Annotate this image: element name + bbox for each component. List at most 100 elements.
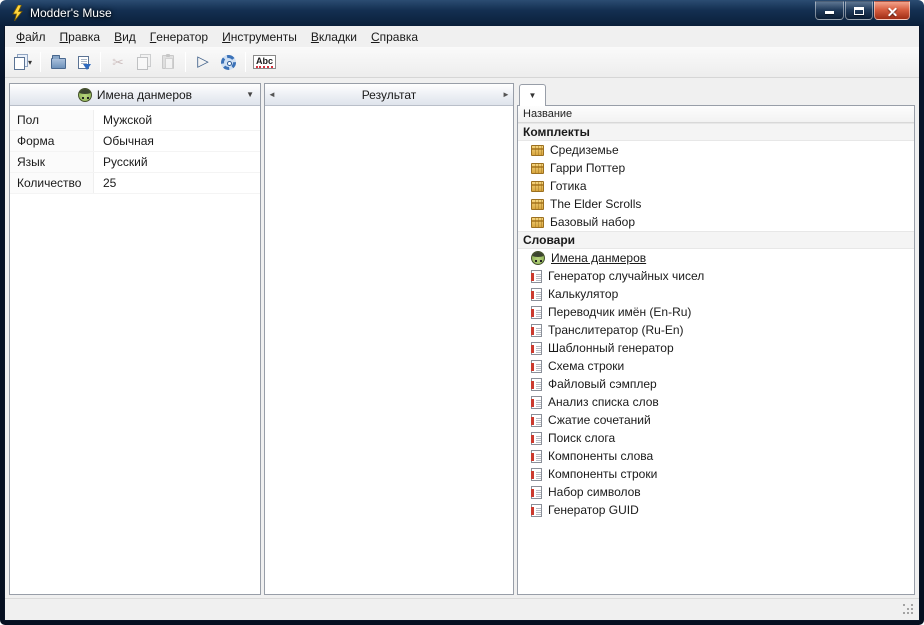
- new-document-icon: [14, 55, 26, 69]
- dictionary-icon: [531, 378, 542, 391]
- spellcheck-button[interactable]: Abc: [251, 50, 278, 74]
- generator-panel-header[interactable]: Имена данмеров ▼: [10, 84, 260, 106]
- result-title: Результат: [362, 88, 417, 102]
- result-panel-header: ◄ Результат ►: [265, 84, 513, 106]
- result-title-group: Результат: [279, 88, 499, 102]
- list-item-label: Шаблонный генератор: [548, 341, 674, 355]
- property-grid: Пол Мужской Форма Обычная Язык Русский К…: [10, 106, 260, 594]
- app-window: Modder's Muse Файл Правка Вид Генератор …: [0, 0, 924, 625]
- lightning-app-icon: [9, 5, 25, 21]
- run-generator-button[interactable]: ▷: [191, 50, 215, 74]
- list-item[interactable]: Переводчик имён (En-Ru): [518, 303, 914, 321]
- generator-title: Имена данмеров: [97, 88, 192, 102]
- list-item[interactable]: Генератор GUID: [518, 501, 914, 519]
- list-item[interactable]: Калькулятор: [518, 285, 914, 303]
- library-tabpage: Название Комплекты Средиземье Гарри Потт…: [517, 105, 915, 595]
- property-value[interactable]: Мужской: [94, 110, 152, 130]
- menu-generator[interactable]: Генератор: [143, 26, 215, 47]
- column-header-name[interactable]: Название: [518, 106, 914, 123]
- settings-button[interactable]: [216, 50, 240, 74]
- list-item[interactable]: Базовый набор: [518, 213, 914, 231]
- property-row[interactable]: Пол Мужской: [10, 110, 260, 131]
- property-label: Форма: [10, 131, 94, 151]
- library-tab[interactable]: ▼: [519, 84, 546, 106]
- maximize-button[interactable]: [845, 1, 873, 20]
- list-item[interactable]: Поиск слога: [518, 429, 914, 447]
- result-body[interactable]: [265, 106, 513, 594]
- list-item-label: Поиск слога: [548, 431, 615, 445]
- tab-dropdown-icon[interactable]: ▼: [529, 91, 537, 100]
- list-item[interactable]: Шаблонный генератор: [518, 339, 914, 357]
- list-item[interactable]: Сжатие сочетаний: [518, 411, 914, 429]
- property-value[interactable]: Обычная: [94, 131, 154, 151]
- property-label: Количество: [10, 173, 94, 193]
- generator-title-group: Имена данмеров: [10, 88, 260, 102]
- section-header-dictionaries[interactable]: Словари: [518, 231, 914, 249]
- list-item[interactable]: Набор символов: [518, 483, 914, 501]
- property-value[interactable]: 25: [94, 173, 116, 193]
- dictionary-icon: [531, 342, 542, 355]
- list-item[interactable]: Компоненты слова: [518, 447, 914, 465]
- caption-buttons: [814, 1, 910, 20]
- list-item-label: Базовый набор: [550, 215, 635, 229]
- property-row[interactable]: Форма Обычная: [10, 131, 260, 152]
- save-icon: [78, 56, 89, 69]
- list-item[interactable]: Средиземье: [518, 141, 914, 159]
- dictionary-icon: [531, 396, 542, 409]
- library-tabstrip: ▼: [517, 83, 915, 105]
- menu-edit[interactable]: Правка: [53, 26, 108, 47]
- prev-result-icon[interactable]: ◄: [265, 84, 279, 105]
- menu-tabs[interactable]: Вкладки: [304, 26, 364, 47]
- avatar-icon: [78, 88, 92, 102]
- copy-button[interactable]: [131, 50, 155, 74]
- list-item-selected[interactable]: Имена данмеров: [518, 249, 914, 267]
- next-result-icon[interactable]: ►: [499, 84, 513, 105]
- property-row[interactable]: Количество 25: [10, 173, 260, 194]
- menu-file[interactable]: Файл: [9, 26, 53, 47]
- menu-help[interactable]: Справка: [364, 26, 425, 47]
- minimize-icon: [825, 11, 834, 14]
- new-document-button[interactable]: ▾: [11, 50, 35, 74]
- list-item[interactable]: Гарри Поттер: [518, 159, 914, 177]
- dictionary-icon: [531, 468, 542, 481]
- new-document-dropdown-icon[interactable]: ▾: [28, 58, 32, 67]
- menu-tools[interactable]: Инструменты: [215, 26, 304, 47]
- minimize-button[interactable]: [815, 1, 844, 20]
- list-item[interactable]: Готика: [518, 177, 914, 195]
- generator-panel: Имена данмеров ▼ Пол Мужской Форма Обычн…: [9, 83, 261, 595]
- list-item-label: Готика: [550, 179, 587, 193]
- dictionary-icon: [531, 504, 542, 517]
- property-label: Язык: [10, 152, 94, 172]
- toolbar-separator: [100, 52, 101, 72]
- dictionary-icon: [531, 450, 542, 463]
- property-row[interactable]: Язык Русский: [10, 152, 260, 173]
- list-item[interactable]: Генератор случайных чисел: [518, 267, 914, 285]
- cut-button[interactable]: ✂: [106, 50, 130, 74]
- open-button[interactable]: [46, 50, 70, 74]
- resize-grip-icon[interactable]: [903, 604, 915, 616]
- list-item[interactable]: Анализ списка слов: [518, 393, 914, 411]
- list-item[interactable]: The Elder Scrolls: [518, 195, 914, 213]
- spellcheck-label: Abc: [256, 56, 273, 68]
- chevron-down-icon[interactable]: ▼: [240, 90, 260, 99]
- list-item[interactable]: Компоненты строки: [518, 465, 914, 483]
- list-item[interactable]: Транслитератор (Ru-En): [518, 321, 914, 339]
- paste-button[interactable]: [156, 50, 180, 74]
- dictionary-icon: [531, 306, 542, 319]
- list-item-label: Переводчик имён (En-Ru): [548, 305, 691, 319]
- list-item[interactable]: Схема строки: [518, 357, 914, 375]
- list-item-label: Генератор GUID: [548, 503, 639, 517]
- dictionary-icon: [531, 288, 542, 301]
- list-item-label: Генератор случайных чисел: [548, 269, 704, 283]
- property-value[interactable]: Русский: [94, 152, 148, 172]
- save-button[interactable]: [71, 50, 95, 74]
- open-folder-icon: [51, 58, 66, 69]
- list-item[interactable]: Файловый сэмплер: [518, 375, 914, 393]
- titlebar[interactable]: Modder's Muse: [4, 0, 920, 26]
- list-item-label: Компоненты строки: [548, 467, 657, 481]
- toolbar: ▾ ✂ ▷: [5, 47, 919, 78]
- section-header-kits[interactable]: Комплекты: [518, 123, 914, 141]
- list-item-label: Калькулятор: [548, 287, 618, 301]
- menu-view[interactable]: Вид: [107, 26, 143, 47]
- close-button[interactable]: [874, 1, 910, 20]
